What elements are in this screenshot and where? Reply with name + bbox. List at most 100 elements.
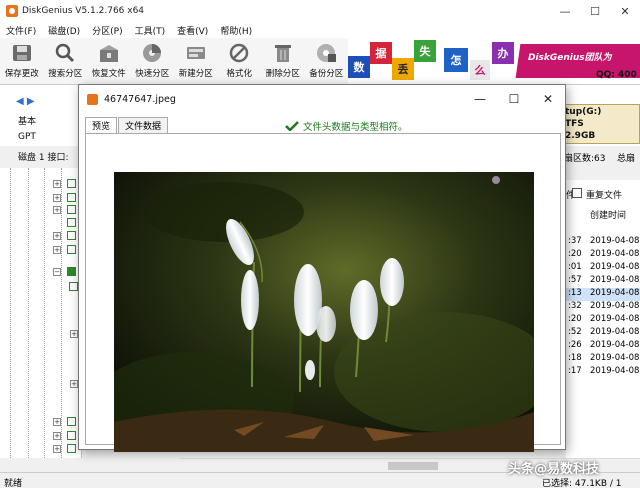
- table-row[interactable]: :57 2019-04-08: [566, 275, 640, 288]
- watermark: 头条@易数科技: [508, 462, 600, 477]
- tree-checkbox[interactable]: [67, 417, 76, 426]
- tree-expand-button[interactable]: +: [53, 180, 61, 188]
- disk-interface-info: 磁盘 1 接口:: [18, 153, 69, 163]
- disk-style-label: GPT: [18, 132, 36, 142]
- tree-checkbox[interactable]: [67, 193, 76, 202]
- tree-checkbox-checked[interactable]: [67, 267, 76, 276]
- dialog-titlebar[interactable]: 46747647.jpeg — ☐ ✕: [79, 85, 565, 113]
- dialog-body: 预览 文件数据 文件头数据与类型相符。: [85, 115, 561, 452]
- app-title: DiskGenius V5.1.2.766 x64: [22, 6, 145, 16]
- new-partition-button[interactable]: 新建分区: [174, 38, 218, 84]
- duplicate-files-label: 重复文件: [586, 191, 623, 201]
- tree-expand-button[interactable]: +: [53, 418, 61, 426]
- tree-expand-button[interactable]: +: [53, 432, 61, 440]
- trash-icon: [274, 45, 291, 62]
- signature-check-status: 文件头数据与类型相符。: [285, 119, 408, 133]
- preview-image: [114, 172, 534, 452]
- backup-partition-button[interactable]: 备份分区: [305, 38, 349, 84]
- tree-checkbox[interactable]: [67, 205, 76, 214]
- tree-checkbox[interactable]: [67, 218, 76, 227]
- directory-tree[interactable]: + + + + + − + + + + +: [0, 168, 82, 458]
- tree-checkbox[interactable]: [67, 444, 76, 453]
- created-time-header[interactable]: 创建时间: [590, 208, 626, 221]
- search-partition-button[interactable]: 搜索分区: [44, 38, 88, 84]
- tree-checkbox[interactable]: [67, 245, 76, 254]
- tool-label: 备份分区: [309, 69, 344, 79]
- tree-checkbox[interactable]: [69, 282, 78, 291]
- tool-label: 新建分区: [178, 69, 213, 79]
- tree-collapse-button[interactable]: −: [53, 268, 61, 276]
- menu-view[interactable]: 查看(V): [171, 24, 214, 37]
- close-button[interactable]: ✕: [610, 0, 640, 22]
- format-button[interactable]: 格式化: [218, 38, 262, 84]
- new-partition-icon: [186, 47, 205, 59]
- table-row[interactable]: :52 2019-04-08: [566, 327, 640, 340]
- banner-tile: 失: [414, 40, 436, 62]
- tree-expand-button[interactable]: +: [70, 330, 78, 338]
- table-row[interactable]: :01 2019-04-08: [566, 262, 640, 275]
- menu-file[interactable]: 文件(F): [0, 24, 42, 37]
- table-row[interactable]: :20 2019-04-08: [566, 249, 640, 262]
- dialog-close-button[interactable]: ✕: [531, 85, 565, 113]
- tree-expand-button[interactable]: +: [53, 206, 61, 214]
- table-row[interactable]: :18 2019-04-08: [566, 353, 640, 366]
- quick-partition-button[interactable]: 快速分区: [131, 38, 175, 84]
- nav-arrows[interactable]: ◀ ▶: [16, 96, 35, 107]
- banner-tile: 丢: [392, 58, 414, 80]
- maximize-button[interactable]: ☐: [580, 0, 610, 22]
- signature-status-text: 文件头数据与类型相符。: [303, 122, 408, 133]
- save-disk-icon: [12, 45, 31, 61]
- menu-help[interactable]: 帮助(H): [214, 24, 258, 37]
- recover-box-icon: [99, 45, 118, 62]
- tool-label: 格式化: [226, 69, 252, 79]
- minimize-button[interactable]: —: [550, 0, 580, 22]
- delete-partition-button[interactable]: 删除分区: [261, 38, 305, 84]
- tree-expand-button[interactable]: +: [70, 380, 78, 388]
- banner-tile: 怎: [444, 48, 468, 72]
- table-row[interactable]: :32 2019-04-08: [566, 301, 640, 314]
- backup-disc-icon: [317, 44, 337, 62]
- banner-tile: 数: [348, 56, 370, 78]
- tree-checkbox[interactable]: [67, 231, 76, 240]
- tree-checkbox[interactable]: [67, 179, 76, 188]
- menu-disk[interactable]: 磁盘(D): [42, 24, 86, 37]
- preview-panel: [85, 133, 561, 452]
- tree-expand-button[interactable]: +: [53, 194, 61, 202]
- duplicate-files-checkbox[interactable]: [572, 188, 582, 198]
- table-row[interactable]: :17 2019-04-08: [566, 366, 640, 379]
- save-changes-button[interactable]: 保存更改: [0, 38, 44, 84]
- jpeg-file-icon: [87, 93, 98, 105]
- menu-bar: 文件(F) 磁盘(D) 分区(P) 工具(T) 查看(V) 帮助(H): [0, 22, 640, 38]
- table-row[interactable]: :37 2019-04-08: [566, 236, 640, 249]
- partition-name: tup(G:): [565, 107, 602, 117]
- recover-files-button[interactable]: 恢复文件: [87, 38, 131, 84]
- banner-tile: 办: [492, 42, 514, 64]
- tree-expand-button[interactable]: +: [53, 246, 61, 254]
- tab-preview[interactable]: 预览: [85, 117, 118, 133]
- table-row-selected[interactable]: :13 2019-04-08: [566, 288, 640, 301]
- tree-expand-button[interactable]: +: [53, 232, 61, 240]
- scrollbar-thumb[interactable]: [388, 462, 438, 470]
- status-text: 就绪: [4, 479, 23, 488]
- table-row[interactable]: :26 2019-04-08: [566, 340, 640, 353]
- dialog-minimize-button[interactable]: —: [463, 85, 497, 113]
- tree-checkbox[interactable]: [67, 431, 76, 440]
- partition-block[interactable]: tup(G:) TFS 2.9GB: [560, 104, 640, 144]
- menu-partition[interactable]: 分区(P): [86, 24, 128, 37]
- file-preview-dialog: 46747647.jpeg — ☐ ✕ 预览 文件数据 文件头数据与类型相符。: [78, 84, 566, 452]
- dialog-maximize-button[interactable]: ☐: [497, 85, 531, 113]
- menu-tools[interactable]: 工具(T): [129, 24, 172, 37]
- tool-label: 删除分区: [265, 69, 300, 79]
- tab-file-data[interactable]: 文件数据: [118, 117, 169, 133]
- quick-partition-disc-icon: [143, 44, 162, 62]
- table-row[interactable]: :20 2019-04-08: [566, 314, 640, 327]
- magnifier-icon: [56, 43, 75, 63]
- dialog-title: 46747647.jpeg: [104, 93, 176, 105]
- disk-type-label: 基本: [18, 117, 37, 127]
- banner-slogan: DiskGenius团队为: [528, 53, 612, 63]
- tool-label: 快速分区: [135, 69, 170, 79]
- selection-summary: 已选择: 47.1KB / 1: [542, 479, 622, 488]
- green-check-icon: [285, 121, 299, 131]
- tree-expand-button[interactable]: +: [53, 445, 61, 453]
- sector-info: 扇区数:63: [564, 154, 606, 164]
